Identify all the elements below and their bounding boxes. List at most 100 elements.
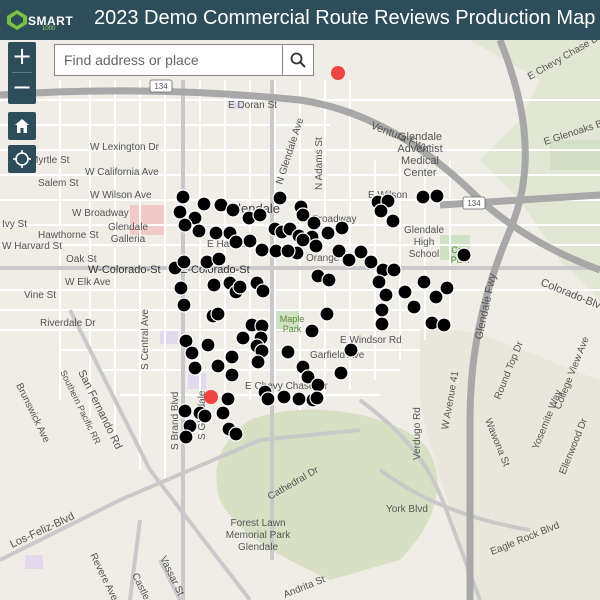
review-marker[interactable] [276,389,292,405]
review-marker[interactable] [320,225,336,241]
park-ne [550,140,600,170]
review-marker[interactable] [197,408,213,424]
review-marker[interactable] [228,234,244,250]
street-adams: N Adams St [314,137,325,190]
review-marker[interactable] [306,215,322,231]
highlight-marker[interactable] [331,66,345,80]
route-134-shield: 134 [149,79,173,93]
review-marker[interactable] [250,354,266,370]
review-marker[interactable] [178,429,194,445]
review-marker[interactable] [291,391,307,407]
civic-block-3 [25,555,43,569]
review-marker[interactable] [177,217,193,233]
zoom-in-button[interactable]: + [8,42,36,72]
review-marker[interactable] [200,337,216,353]
review-marker[interactable] [215,405,231,421]
review-marker[interactable] [225,202,241,218]
review-marker[interactable] [374,302,390,318]
street-colorado-w: W-Colorado-St [88,264,161,276]
review-marker[interactable] [252,207,268,223]
review-marker[interactable] [272,190,288,206]
locate-button[interactable] [8,145,36,173]
review-marker[interactable] [260,391,276,407]
civic-block-1 [160,330,178,344]
review-marker[interactable] [343,342,359,358]
review-marker[interactable] [308,238,324,254]
street-broadway: W Broadway [72,208,129,219]
review-marker[interactable] [176,254,192,270]
review-marker[interactable] [406,299,422,315]
review-marker[interactable] [341,252,357,268]
svg-text:134: 134 [467,199,481,208]
street-york: York Blvd [386,504,428,515]
review-marker[interactable] [235,330,251,346]
review-marker[interactable] [184,345,200,361]
review-marker[interactable] [210,358,226,374]
search-icon [290,52,306,68]
review-marker[interactable] [224,349,240,365]
map-canvas[interactable]: 134 134 Glendale Glendale Adventist Medi… [0,40,600,600]
review-marker[interactable] [319,306,335,322]
review-marker[interactable] [295,232,311,248]
review-marker[interactable] [228,426,244,442]
review-marker[interactable] [280,243,296,259]
review-marker[interactable] [208,225,224,241]
street-elk: W Elk Ave [65,277,111,288]
street-vine: Vine St [24,290,56,301]
review-marker[interactable] [374,316,390,332]
review-marker[interactable] [373,203,389,219]
review-marker[interactable] [310,377,326,393]
review-marker[interactable] [415,189,431,205]
review-marker[interactable] [397,284,413,300]
review-marker[interactable] [210,306,226,322]
review-marker[interactable] [416,274,432,290]
review-marker[interactable] [385,213,401,229]
review-marker[interactable] [371,274,387,290]
street-brand: S Brand Blvd [170,392,181,450]
review-marker[interactable] [175,189,191,205]
label-forest-3: Glendale [238,542,278,553]
search-input[interactable] [55,45,282,75]
review-marker[interactable] [206,277,222,293]
search-button[interactable] [282,45,313,75]
review-marker[interactable] [224,367,240,383]
review-marker[interactable] [242,233,258,249]
review-marker[interactable] [334,220,350,236]
locate-icon [13,150,31,168]
review-marker[interactable] [187,360,203,376]
review-marker[interactable] [363,254,379,270]
review-marker[interactable] [439,280,455,296]
street-verdugo: Verdugo Rd [412,407,423,460]
home-icon [15,119,29,133]
review-marker[interactable] [255,283,271,299]
review-marker[interactable] [378,287,394,303]
zoom-out-button[interactable]: − [8,73,36,103]
review-marker[interactable] [309,390,325,406]
review-marker[interactable] [220,391,236,407]
civic-block-2 [188,373,206,389]
review-marker[interactable] [191,223,207,239]
review-marker[interactable] [456,247,472,263]
home-button[interactable] [8,112,36,140]
review-marker[interactable] [386,262,402,278]
review-marker[interactable] [177,403,193,419]
label-high-1: Glendale [404,225,444,236]
review-marker[interactable] [254,242,270,258]
review-marker[interactable] [211,251,227,267]
review-marker[interactable] [436,317,452,333]
label-adventist-4: Center [403,167,436,179]
review-marker[interactable] [321,272,337,288]
review-marker[interactable] [304,323,320,339]
review-marker[interactable] [173,280,189,296]
highlight-marker[interactable] [204,390,218,404]
review-marker[interactable] [429,188,445,204]
review-marker[interactable] [196,196,212,212]
review-marker[interactable] [232,279,248,295]
review-marker[interactable] [280,344,296,360]
review-marker[interactable] [333,365,349,381]
review-marker[interactable] [176,297,192,313]
label-forest-2: Memorial Park [226,530,291,541]
label-maple-2: Park [283,324,302,334]
review-marker[interactable] [172,204,188,220]
basemap[interactable]: 134 134 Glendale Glendale Adventist Medi… [0,40,600,600]
